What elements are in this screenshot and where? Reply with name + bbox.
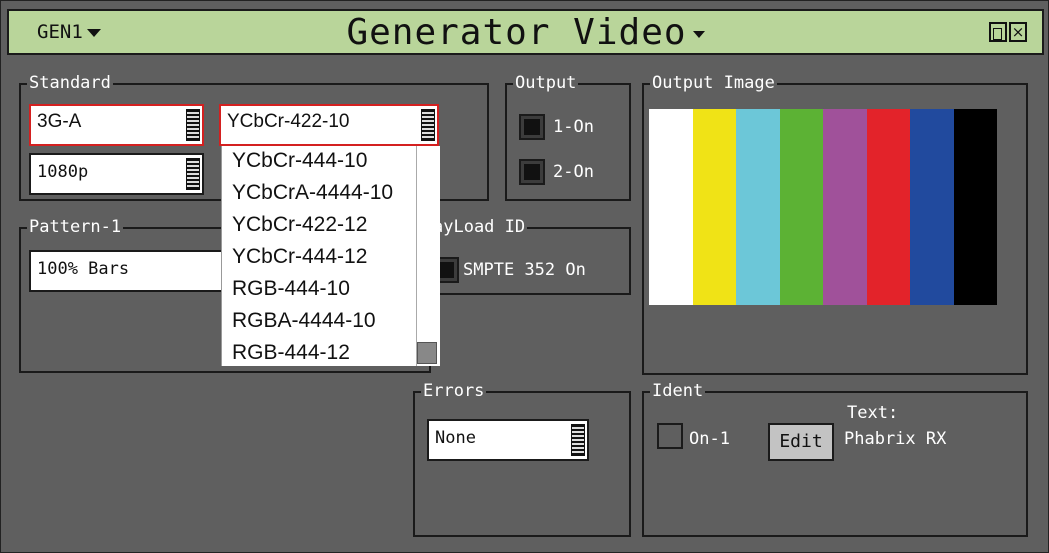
format-select[interactable]: 1080p [29, 153, 204, 195]
output-2-checkbox[interactable] [519, 159, 545, 185]
pattern-select[interactable]: 100% Bars [29, 250, 229, 292]
format-select-value: 1080p [37, 162, 89, 182]
output-1-checkbox[interactable] [519, 114, 545, 140]
smpte-352-label: SMPTE 352 On [463, 260, 586, 280]
sampling-select-value: YCbCr-422-10 [227, 111, 350, 132]
dropdown-option[interactable]: RGB-444-12 [232, 341, 350, 365]
grip-icon [186, 158, 200, 190]
errors-select[interactable]: None [427, 419, 589, 461]
output-1-label: 1-On [553, 117, 594, 137]
generator-video-window: GEN1 Generator Video × Standard 3G-A 108… [0, 0, 1049, 553]
pattern-group-label: Pattern-1 [27, 217, 124, 237]
grip-icon [421, 109, 435, 141]
output-2-label: 2-On [553, 162, 594, 182]
errors-group-label: Errors [421, 381, 487, 401]
ident-on-checkbox[interactable] [657, 423, 683, 449]
close-icon[interactable]: × [1009, 22, 1027, 42]
dropdown-option[interactable]: YCbCr-422-12 [232, 213, 367, 237]
rate-select[interactable]: 3G-A [29, 104, 204, 146]
color-bar [953, 109, 997, 305]
dropdown-option[interactable]: YCbCr-444-10 [232, 149, 367, 173]
restore-icon[interactable] [989, 22, 1007, 42]
color-bar [779, 109, 823, 305]
output-image-group-label: Output Image [650, 73, 777, 93]
dropdown-option[interactable]: YCbCr-444-12 [232, 245, 367, 269]
pattern-select-value: 100% Bars [37, 259, 130, 279]
color-bar [736, 109, 780, 305]
title-bar: GEN1 Generator Video × [7, 9, 1044, 55]
scrollbar-thumb[interactable] [417, 342, 437, 364]
grip-icon [571, 424, 585, 456]
edit-button[interactable]: Edit [768, 423, 834, 461]
dropdown-scrollbar[interactable] [416, 146, 437, 366]
color-bar [649, 109, 693, 305]
color-bar [692, 109, 736, 305]
color-bar [866, 109, 910, 305]
grip-icon [186, 109, 200, 141]
standard-group-label: Standard [27, 73, 113, 93]
ident-group: Ident [642, 381, 1028, 537]
dropdown-option[interactable]: RGBA-4444-10 [232, 309, 376, 333]
ident-group-label: Ident [650, 381, 706, 401]
errors-group: Errors [413, 381, 631, 537]
payload-id-group-label: ayLoad ID [431, 217, 528, 237]
color-bars-preview [649, 109, 997, 305]
sampling-select[interactable]: YCbCr-422-10 [219, 104, 439, 146]
window-title[interactable]: Generator Video [9, 12, 1042, 53]
rate-select-value: 3G-A [37, 111, 82, 132]
output-group-label: Output [513, 73, 579, 93]
errors-select-value: None [435, 428, 476, 448]
color-bar [910, 109, 954, 305]
ident-on-label: On-1 [689, 429, 730, 449]
dropdown-option[interactable]: RGB-444-10 [232, 277, 350, 301]
sampling-dropdown-list: YCbCr-444-10 YCbCrA-4444-10 YCbCr-422-12… [221, 146, 440, 366]
ident-text-value: Phabrix RX [844, 429, 947, 449]
dropdown-option[interactable]: YCbCrA-4444-10 [232, 181, 393, 205]
chevron-down-icon [692, 30, 705, 38]
ident-text-label: Text: [847, 403, 899, 423]
color-bar [823, 109, 867, 305]
window-title-label: Generator Video [346, 12, 687, 53]
